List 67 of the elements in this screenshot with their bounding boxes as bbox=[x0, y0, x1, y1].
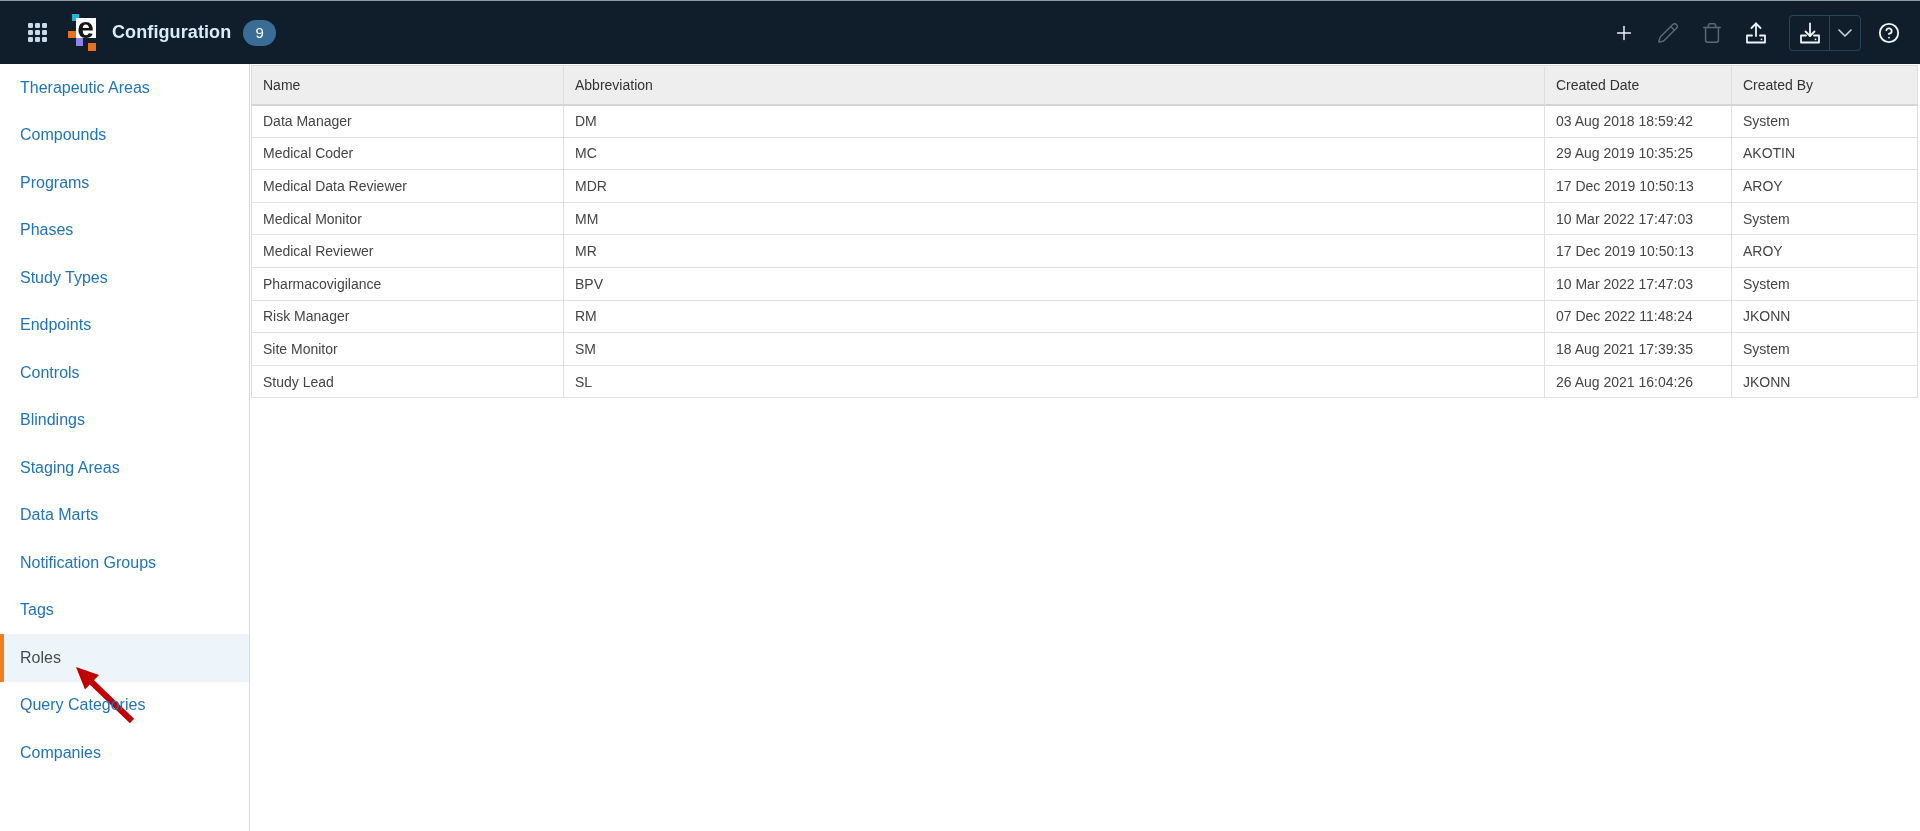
table-cell: Medical Reviewer bbox=[251, 234, 564, 268]
app-logo: e bbox=[68, 14, 96, 51]
upload-icon bbox=[1745, 21, 1767, 44]
table-cell: 07 Dec 2022 11:48:24 bbox=[1544, 300, 1732, 333]
table-cell: AROY bbox=[1731, 169, 1918, 203]
table-cell: Study Lead bbox=[251, 365, 564, 398]
grid-icon bbox=[27, 23, 47, 42]
sidebar-item[interactable]: Study Types bbox=[0, 254, 249, 302]
table-cell: AROY bbox=[1731, 234, 1918, 268]
sidebar-item[interactable]: Therapeutic Areas bbox=[0, 64, 249, 112]
download-icon bbox=[1798, 21, 1821, 44]
sidebar-item[interactable]: Roles bbox=[0, 634, 249, 682]
apps-button[interactable] bbox=[26, 21, 48, 44]
table-cell: AKOTIN bbox=[1731, 137, 1918, 170]
table-cell: System bbox=[1731, 332, 1918, 366]
table-cell: Medical Data Reviewer bbox=[251, 169, 564, 203]
download-button[interactable] bbox=[1789, 14, 1829, 51]
column-header[interactable]: Abbreviation bbox=[563, 65, 1545, 105]
sidebar-item[interactable]: Companies bbox=[0, 729, 249, 777]
sidebar-item[interactable]: Notification Groups bbox=[0, 539, 249, 587]
column-header[interactable]: Created By bbox=[1731, 65, 1918, 105]
table-cell: SM bbox=[563, 332, 1545, 366]
table-cell: MC bbox=[563, 137, 1545, 170]
page-title: Configuration bbox=[112, 22, 232, 43]
table-cell: JKONN bbox=[1731, 365, 1918, 398]
sidebar-item[interactable]: Blindings bbox=[0, 396, 249, 444]
table-cell: System bbox=[1731, 104, 1918, 138]
table-cell: Medical Coder bbox=[251, 137, 564, 170]
sidebar-item[interactable]: Tags bbox=[0, 586, 249, 634]
table-cell: 17 Dec 2019 10:50:13 bbox=[1544, 234, 1732, 268]
table-cell: SL bbox=[563, 365, 1545, 398]
table-cell: System bbox=[1731, 202, 1918, 235]
table-cell: MM bbox=[563, 202, 1545, 235]
table-cell: System bbox=[1731, 267, 1918, 301]
table-cell: 03 Aug 2018 18:59:42 bbox=[1544, 104, 1732, 138]
sidebar-item[interactable]: Programs bbox=[0, 159, 249, 207]
table-cell: 18 Aug 2021 17:39:35 bbox=[1544, 332, 1732, 366]
table-cell: 17 Dec 2019 10:50:13 bbox=[1544, 169, 1732, 203]
column-header[interactable]: Created Date bbox=[1544, 65, 1732, 105]
caret-icon bbox=[1838, 28, 1852, 37]
sidebar-item[interactable]: Staging Areas bbox=[0, 444, 249, 492]
table-cell: RM bbox=[563, 300, 1545, 333]
sidebar-item[interactable]: Phases bbox=[0, 206, 249, 254]
table-cell: Data Manager bbox=[251, 104, 564, 138]
table-cell: DM bbox=[563, 104, 1545, 138]
table-cell: Pharmacovigilance bbox=[251, 267, 564, 301]
table-cell: BPV bbox=[563, 267, 1545, 301]
table-cell: 10 Mar 2022 17:47:03 bbox=[1544, 202, 1732, 235]
table-cell: Risk Manager bbox=[251, 300, 564, 333]
table-cell: Site Monitor bbox=[251, 332, 564, 366]
sidebar-item[interactable]: Data Marts bbox=[0, 491, 249, 539]
table-cell: JKONN bbox=[1731, 300, 1918, 333]
dropdown-button[interactable] bbox=[1829, 14, 1861, 51]
table-cell: 29 Aug 2019 10:35:25 bbox=[1544, 137, 1732, 170]
pencil-icon bbox=[1657, 21, 1679, 44]
sidebar-item[interactable]: Compounds bbox=[0, 111, 249, 159]
table-cell: 26 Aug 2021 16:04:26 bbox=[1544, 365, 1732, 398]
trash-icon bbox=[1701, 21, 1723, 44]
table-cell: Medical Monitor bbox=[251, 202, 564, 235]
table-cell: 10 Mar 2022 17:47:03 bbox=[1544, 267, 1732, 301]
table-cell: MDR bbox=[563, 169, 1545, 203]
table-cell: MR bbox=[563, 234, 1545, 268]
sidebar-item[interactable]: Endpoints bbox=[0, 301, 249, 349]
sidebar-item[interactable]: Controls bbox=[0, 349, 249, 397]
column-header[interactable]: Name bbox=[251, 65, 564, 105]
help-icon bbox=[1878, 21, 1900, 44]
count-badge: 9 bbox=[243, 19, 277, 46]
